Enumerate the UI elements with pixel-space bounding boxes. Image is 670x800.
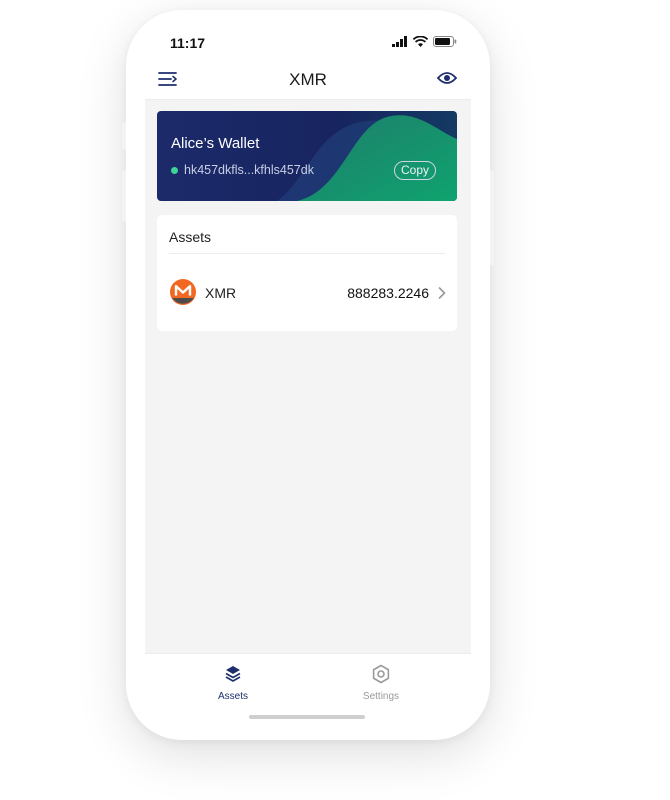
stage: 11:17 XMR Alice’s Wallet hk457dkfls...kf…	[0, 0, 670, 800]
home-indicator	[249, 715, 365, 719]
phone-volume-up	[122, 170, 126, 222]
tab-settings-label: Settings	[362, 691, 400, 702]
wallet-address: hk457dkfls...kfhls457dk	[171, 163, 314, 177]
nav-bar: XMR	[145, 64, 471, 100]
signal-icon	[392, 36, 407, 47]
asset-row-xmr[interactable]: XMR 888283.2246	[157, 271, 457, 311]
copy-button[interactable]: Copy	[393, 161, 436, 180]
hexagon-settings-icon	[372, 664, 390, 684]
phone-mute-switch	[122, 122, 126, 150]
battery-icon	[433, 36, 457, 47]
layers-icon	[225, 666, 241, 682]
tab-assets-label: Assets	[217, 691, 248, 702]
wallet-card[interactable]: Alice’s Wallet hk457dkfls...kfhls457dk C…	[157, 111, 457, 201]
phone-power-button	[490, 170, 494, 266]
wallet-address-text: hk457dkfls...kfhls457dk	[184, 163, 314, 177]
page-title: XMR	[289, 70, 327, 89]
monero-icon	[170, 279, 196, 305]
chevron-right-icon	[438, 287, 446, 299]
assets-card: Assets XMR 888283.2246	[157, 215, 457, 331]
asset-symbol: XMR	[205, 285, 237, 301]
eye-icon[interactable]	[437, 71, 457, 85]
tab-assets[interactable]: Assets	[193, 664, 273, 702]
status-time: 11:17	[170, 35, 206, 51]
assets-section-title: Assets	[169, 229, 212, 245]
phone-notch	[219, 20, 391, 46]
tab-bar: Assets Settings	[145, 653, 471, 730]
app-screen: 11:17 XMR Alice’s Wallet hk457dkfls...kf…	[145, 20, 471, 730]
wifi-icon	[413, 36, 428, 47]
wallet-card-wave	[277, 115, 457, 201]
wallet-name: Alice’s Wallet	[171, 135, 260, 152]
status-icons	[392, 36, 457, 47]
divider	[169, 253, 445, 254]
tab-settings[interactable]: Settings	[341, 664, 421, 702]
asset-amount: 888283.2246	[347, 285, 429, 301]
status-dot	[171, 166, 178, 174]
